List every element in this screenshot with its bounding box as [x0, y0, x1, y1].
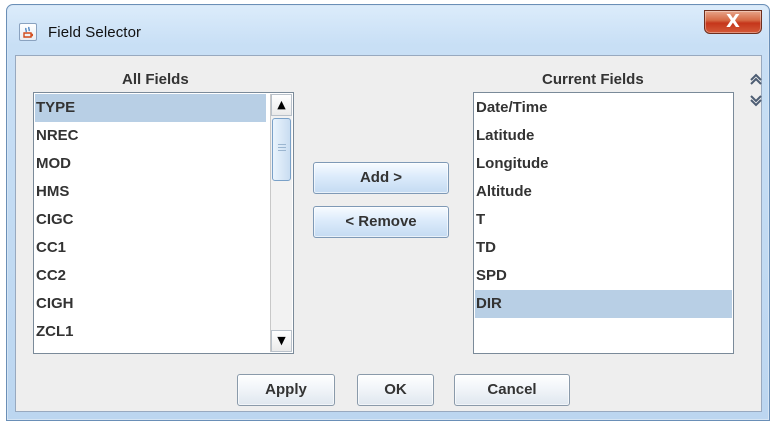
apply-button[interactable]: Apply [237, 374, 335, 406]
cancel-button[interactable]: Cancel [454, 374, 570, 406]
list-item-all-cc2[interactable]: CC2 [35, 262, 266, 290]
list-item-current-dir[interactable]: DIR [475, 290, 732, 318]
move-down-icon[interactable] [749, 94, 763, 108]
list-item-all-mod[interactable]: MOD [35, 150, 266, 178]
list-item-all-cigh[interactable]: CIGH [35, 290, 266, 318]
remove-button[interactable]: < Remove [313, 206, 449, 238]
field-selector-window: Field Selector X All Fields Current Fiel… [6, 4, 770, 421]
scrollbar-thumb[interactable] [272, 118, 291, 181]
title-bar[interactable]: Field Selector X [7, 5, 769, 55]
list-item-current-altitude[interactable]: Altitude [475, 178, 732, 206]
current-fields-label: Current Fields [542, 71, 644, 88]
all-fields-list[interactable]: TYPE NREC MOD HMS CIGC CC1 CC2 CIGH ZCL1… [33, 92, 294, 354]
list-item-all-nrec[interactable]: NREC [35, 122, 266, 150]
field-order-controls [749, 72, 763, 114]
current-fields-list[interactable]: Date/Time Latitude Longitude Altitude T … [473, 92, 734, 354]
ok-button[interactable]: OK [357, 374, 434, 406]
list-item-current-t[interactable]: T [475, 206, 732, 234]
all-fields-label: All Fields [122, 71, 189, 88]
close-window-button[interactable]: X [704, 10, 762, 34]
dialog-content: All Fields Current Fields TYPE NREC MOD … [15, 55, 762, 412]
list-item-all-zcl1[interactable]: ZCL1 [35, 318, 266, 346]
list-item-current-td[interactable]: TD [475, 234, 732, 262]
close-icon: X [726, 11, 740, 32]
list-item-current-latitude[interactable]: Latitude [475, 122, 732, 150]
list-item-all-cc1[interactable]: CC1 [35, 234, 266, 262]
window-title: Field Selector [48, 24, 142, 41]
all-fields-scrollbar[interactable]: ▲ ▼ [270, 94, 292, 352]
list-item-all-cigc[interactable]: CIGC [35, 206, 266, 234]
scroll-grip-icon [278, 144, 286, 145]
list-item-current-date-time[interactable]: Date/Time [475, 94, 732, 122]
list-item-current-spd[interactable]: SPD [475, 262, 732, 290]
java-cup-icon [19, 23, 37, 41]
move-up-icon[interactable] [749, 72, 763, 86]
down-arrow-icon[interactable]: ▼ [271, 330, 292, 352]
add-button[interactable]: Add > [313, 162, 449, 194]
list-item-all-hms[interactable]: HMS [35, 178, 266, 206]
up-arrow-icon[interactable]: ▲ [271, 94, 292, 116]
list-item-current-longitude[interactable]: Longitude [475, 150, 732, 178]
list-item-all-type[interactable]: TYPE [35, 94, 266, 122]
